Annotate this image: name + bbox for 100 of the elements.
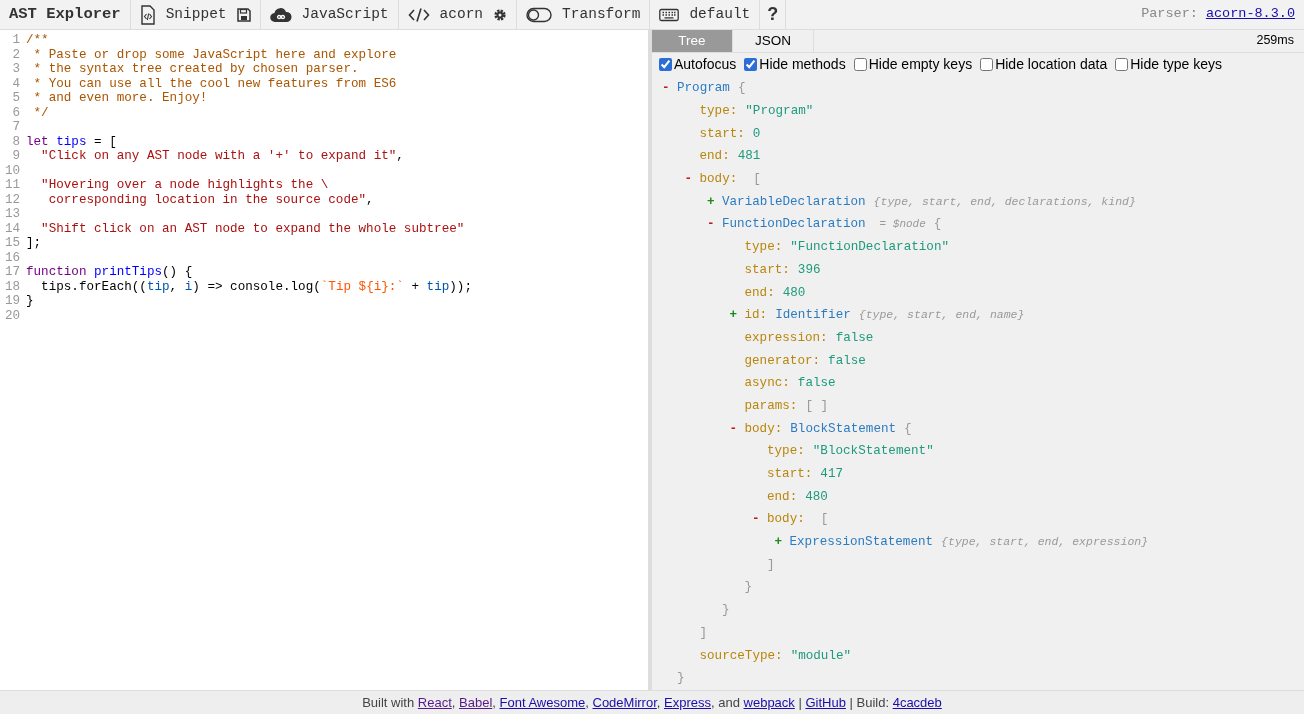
tree-property: end: 480 — [744, 284, 806, 302]
tree-property: start: 417 — [767, 466, 844, 483]
line-number: 5 — [11, 91, 21, 106]
closing-bracket: } — [744, 579, 753, 597]
line-number: 12 — [3, 192, 21, 207]
line-number: 1 — [11, 33, 21, 48]
line-number: 3 — [11, 62, 21, 77]
code-line: let tips = [ — [25, 134, 117, 149]
footer-credits: Built with React, Babel, Font Awesome, CodeMirror, Express, and webpack | GitHub | Build: 4cacdeb — [362, 693, 942, 712]
option-checkbox[interactable] — [744, 58, 758, 72]
tree-property: type: "BlockStatement" — [767, 443, 934, 461]
parser-label: Parser: — [1141, 5, 1198, 24]
line-number: 20 — [3, 308, 21, 323]
option-checkbox[interactable] — [1115, 58, 1129, 72]
line-number: 11 — [3, 178, 21, 193]
line-number: 14 — [3, 221, 21, 236]
collapse-toggle[interactable]: - — [684, 170, 700, 189]
footer-link[interactable]: webpack — [743, 694, 795, 710]
code-line: "Hovering over a node highlights the \ — [40, 178, 329, 193]
app-title: AST Explorer — [9, 3, 121, 25]
option-checkbox[interactable] — [980, 58, 994, 72]
option-label: Hide location data — [995, 55, 1108, 75]
tree-property: async: false — [744, 375, 836, 393]
line-number: 19 — [3, 294, 21, 309]
tree-property: params: [ ] — [744, 397, 829, 415]
line-number: 17 — [3, 265, 21, 280]
tree-node[interactable]: id: Identifier {type, start, end, name} — [744, 306, 1025, 326]
option-label: Hide type keys — [1130, 55, 1223, 75]
option-checkbox[interactable] — [659, 58, 672, 72]
line-number: 18 — [3, 279, 21, 294]
code-line: /** — [25, 33, 49, 48]
footer-link[interactable]: CodeMirror — [592, 694, 657, 710]
keymap-menu[interactable]: default — [659, 3, 751, 26]
tree-property: end: 480 — [767, 488, 828, 506]
collapse-toggle[interactable]: - — [662, 79, 677, 99]
expand-toggle[interactable]: + — [774, 533, 790, 552]
parser-version-link[interactable]: acorn-8.3.0 — [1205, 4, 1295, 25]
settings-icon — [493, 7, 508, 22]
collapse-toggle[interactable]: - — [707, 215, 722, 235]
closing-bracket: ] — [699, 624, 708, 642]
line-number: 6 — [11, 105, 21, 120]
expand-toggle[interactable]: + — [707, 192, 722, 212]
tree-property: start: 0 — [699, 125, 761, 143]
tree-property: expression: false — [744, 329, 874, 347]
line-number: 9 — [11, 149, 21, 164]
tree-property: end: 481 — [699, 148, 761, 166]
save-button[interactable] — [236, 7, 251, 22]
closing-bracket: } — [677, 670, 685, 688]
tree-node[interactable]: body: [ — [699, 170, 761, 189]
settings-button[interactable] — [493, 7, 508, 22]
transform-menu[interactable]: Transform — [526, 3, 641, 26]
code-line: ]; — [25, 236, 42, 251]
option-label: Hide methods — [759, 55, 846, 75]
footer-link[interactable]: 4cacdeb — [892, 694, 942, 710]
tree-property: generator: false — [744, 352, 866, 370]
tree-node[interactable]: ExpressionStatement {type, start, end, expression} — [789, 533, 1149, 552]
line-number: 4 — [11, 76, 21, 91]
footer-link[interactable]: React — [417, 694, 452, 710]
code-file-icon — [139, 4, 156, 25]
line-number: 10 — [3, 163, 21, 178]
snippet-menu[interactable]: Snippet — [139, 3, 227, 26]
collapse-toggle[interactable]: - — [729, 419, 745, 439]
tree-property: type: "Program" — [699, 103, 814, 120]
code-line: "Click on any AST node with a '+' to expand it", — [40, 149, 404, 164]
parse-time: 259ms — [1256, 32, 1295, 50]
code-line: tips.forEach((tip, i) => console.log(`Tip ${i}:` + tip)); — [40, 279, 472, 294]
option-label: Hide empty keys — [868, 55, 973, 75]
tree-node[interactable]: VariableDeclaration {type, start, end, declarations, kind} — [722, 192, 1136, 212]
code-icon — [407, 6, 430, 23]
footer-link[interactable]: Express — [664, 694, 711, 710]
footer-link[interactable]: GitHub — [805, 694, 846, 710]
tree-node[interactable]: body: BlockStatement { — [744, 419, 912, 439]
keyboard-icon — [659, 7, 680, 22]
view-tab[interactable]: Tree — [652, 30, 733, 52]
expand-toggle[interactable]: + — [729, 306, 745, 326]
save-icon — [236, 7, 251, 22]
line-number: 15 — [3, 236, 21, 251]
tree-property: start: 396 — [744, 261, 821, 279]
code-line: corresponding location in the source code", — [47, 192, 374, 207]
tree-property: sourceType: "module" — [699, 647, 852, 665]
line-number: 7 — [11, 120, 21, 135]
option-checkbox[interactable] — [853, 58, 867, 72]
tree-node[interactable]: Program { — [677, 79, 746, 99]
closing-bracket: ] — [767, 556, 775, 574]
collapse-toggle[interactable]: - — [752, 510, 767, 530]
code-line: } — [25, 294, 34, 309]
tree-property: type: "FunctionDeclaration" — [744, 239, 949, 257]
code-line: function printTips() { — [25, 265, 193, 280]
tree-node[interactable]: FunctionDeclaration = $node { — [722, 215, 942, 235]
language-menu[interactable]: JavaScript — [269, 3, 389, 26]
tree-node[interactable]: body: [ — [767, 510, 829, 530]
help-button[interactable]: ? — [766, 1, 780, 28]
code-line: * and even more. Enjoy! — [32, 91, 208, 106]
cloud-icon — [269, 6, 292, 23]
line-number: 8 — [11, 134, 21, 149]
line-number: 16 — [3, 250, 21, 265]
code-line: "Shift click on an AST node to expand the whole subtree" — [40, 221, 465, 236]
line-number: 2 — [11, 47, 21, 62]
parser-menu[interactable]: acorn — [407, 3, 484, 26]
closing-bracket: } — [722, 602, 730, 620]
